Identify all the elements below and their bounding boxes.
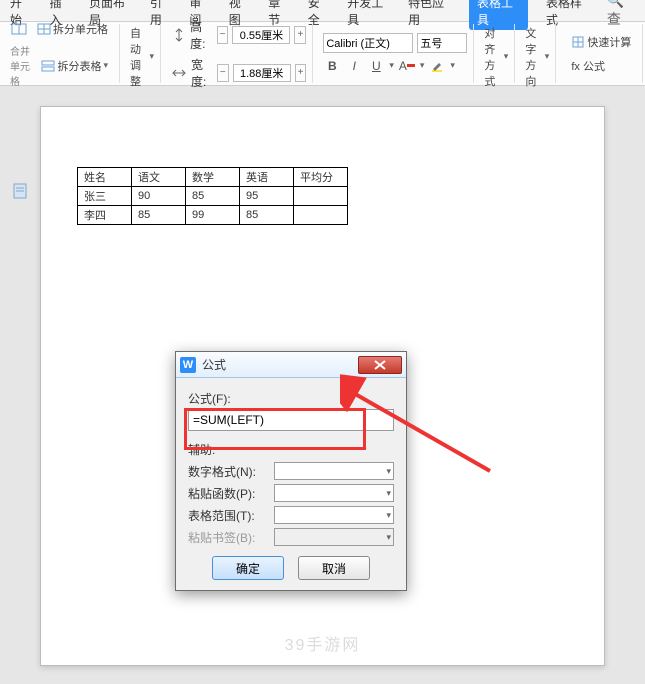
table-cell[interactable]: 85	[132, 206, 186, 225]
table-cell[interactable]: 平均分	[294, 168, 348, 187]
table-cell[interactable]: 语文	[132, 168, 186, 187]
num-format-combo[interactable]: ▾	[274, 462, 394, 480]
table-cell[interactable]: 姓名	[78, 168, 132, 187]
ribbon-group-textdir[interactable]: A 文字方向▾	[519, 24, 556, 83]
data-table[interactable]: 姓名 语文 数学 英语 平均分 张三 90 85 95 李四 85 99 85	[77, 167, 348, 225]
table-cell[interactable]: 英语	[240, 168, 294, 187]
ribbon-group-cells: 拆分单元格 合并单元格 拆分表格▾	[4, 24, 120, 83]
height-input[interactable]	[232, 26, 290, 44]
split-cells-label: 拆分单元格	[53, 21, 108, 37]
app-icon: W	[180, 357, 196, 373]
paste-func-label: 粘贴函数(P):	[188, 485, 255, 502]
ribbon-group-align[interactable]: 对齐方式▾	[478, 24, 515, 83]
close-icon[interactable]	[358, 356, 402, 374]
table-cell[interactable]: 99	[186, 206, 240, 225]
table-row: 姓名 语文 数学 英语 平均分	[78, 168, 348, 187]
num-format-label: 数字格式(N):	[188, 463, 256, 480]
dialog-title: 公式	[202, 356, 226, 373]
table-range-label: 表格范围(T):	[188, 507, 255, 524]
formula-dialog: W 公式 公式(F): 辅助: 数字格式(N): ▾ 粘贴函数(P): ▾ 表格…	[175, 351, 407, 591]
chevron-down-icon: ▾	[386, 510, 391, 521]
table-cell[interactable]: 90	[132, 187, 186, 206]
height-icon	[171, 26, 186, 44]
split-table-button[interactable]: 拆分表格▾	[36, 56, 113, 76]
formula-button[interactable]: fx 公式	[566, 56, 610, 76]
width-label: 宽度:	[191, 56, 213, 90]
italic-button[interactable]: I	[345, 57, 363, 75]
formula-field-label: 公式(F):	[188, 390, 394, 407]
ribbon-group-autoadjust[interactable]: 自动调整▾	[124, 24, 161, 83]
dialog-body: 公式(F): 辅助: 数字格式(N): ▾ 粘贴函数(P): ▾ 表格范围(T)…	[176, 378, 406, 590]
width-input[interactable]	[233, 64, 291, 82]
font-color-button[interactable]: A	[398, 57, 416, 75]
merge-cells-icon[interactable]	[10, 20, 28, 38]
align-label: 对齐方式	[484, 25, 501, 89]
table-cell[interactable]	[294, 206, 348, 225]
split-cells-button[interactable]: 拆分单元格	[32, 19, 113, 39]
paste-bookmark-label: 粘贴书签(B):	[188, 529, 255, 546]
merge-cells-label: 合并单元格	[10, 43, 32, 88]
ribbon-group-formula: 快速计算 fx 公式	[560, 24, 643, 83]
table-cell[interactable]: 李四	[78, 206, 132, 225]
dialog-titlebar[interactable]: W 公式	[176, 352, 406, 378]
font-family-select[interactable]	[323, 33, 413, 53]
cancel-button[interactable]: 取消	[298, 556, 370, 580]
ribbon: 拆分单元格 合并单元格 拆分表格▾ 自动调整▾ 高度: − + 宽度: − +	[0, 22, 645, 86]
paste-bookmark-combo: ▾	[274, 528, 394, 546]
paste-func-combo[interactable]: ▾	[274, 484, 394, 502]
width-increment[interactable]: +	[295, 64, 307, 82]
document-thumb-icon[interactable]	[12, 182, 30, 200]
table-cell[interactable]: 85	[240, 206, 294, 225]
highlight-button[interactable]	[428, 57, 446, 75]
watermark-text: 39手游网	[41, 631, 604, 655]
ribbon-group-font: B I U▾ A▾ ▾	[317, 24, 474, 83]
document-stage: 姓名 语文 数学 英语 平均分 张三 90 85 95 李四 85 99 85 …	[0, 86, 645, 684]
height-decrement[interactable]: −	[217, 26, 229, 44]
font-size-select[interactable]	[417, 33, 467, 53]
auto-adjust-label: 自动调整	[130, 25, 147, 89]
table-cell[interactable]: 85	[186, 187, 240, 206]
fast-calc-button[interactable]: 快速计算	[566, 32, 636, 52]
textdir-label: 文字方向	[525, 25, 542, 89]
chevron-down-icon: ▾	[386, 532, 391, 543]
formula-label: fx 公式	[571, 58, 605, 74]
table-cell[interactable]: 数学	[186, 168, 240, 187]
underline-button[interactable]: U	[367, 57, 385, 75]
chevron-down-icon: ▾	[386, 488, 391, 499]
chevron-down-icon: ▾	[386, 466, 391, 477]
table-row: 李四 85 99 85	[78, 206, 348, 225]
aux-header: 辅助:	[188, 441, 394, 458]
ok-button[interactable]: 确定	[212, 556, 284, 580]
height-label: 高度:	[190, 18, 212, 52]
table-row: 张三 90 85 95	[78, 187, 348, 206]
bold-button[interactable]: B	[323, 57, 341, 75]
height-increment[interactable]: +	[294, 26, 306, 44]
width-decrement[interactable]: −	[217, 64, 229, 82]
ribbon-group-size: 高度: − + 宽度: − +	[165, 24, 313, 83]
formula-input[interactable]	[188, 409, 394, 431]
table-cell[interactable]: 张三	[78, 187, 132, 206]
table-cell[interactable]: 95	[240, 187, 294, 206]
width-icon	[171, 64, 187, 82]
table-range-combo[interactable]: ▾	[274, 506, 394, 524]
fast-calc-label: 快速计算	[587, 34, 631, 50]
table-cell[interactable]	[294, 187, 348, 206]
split-table-label: 拆分表格	[57, 58, 101, 74]
